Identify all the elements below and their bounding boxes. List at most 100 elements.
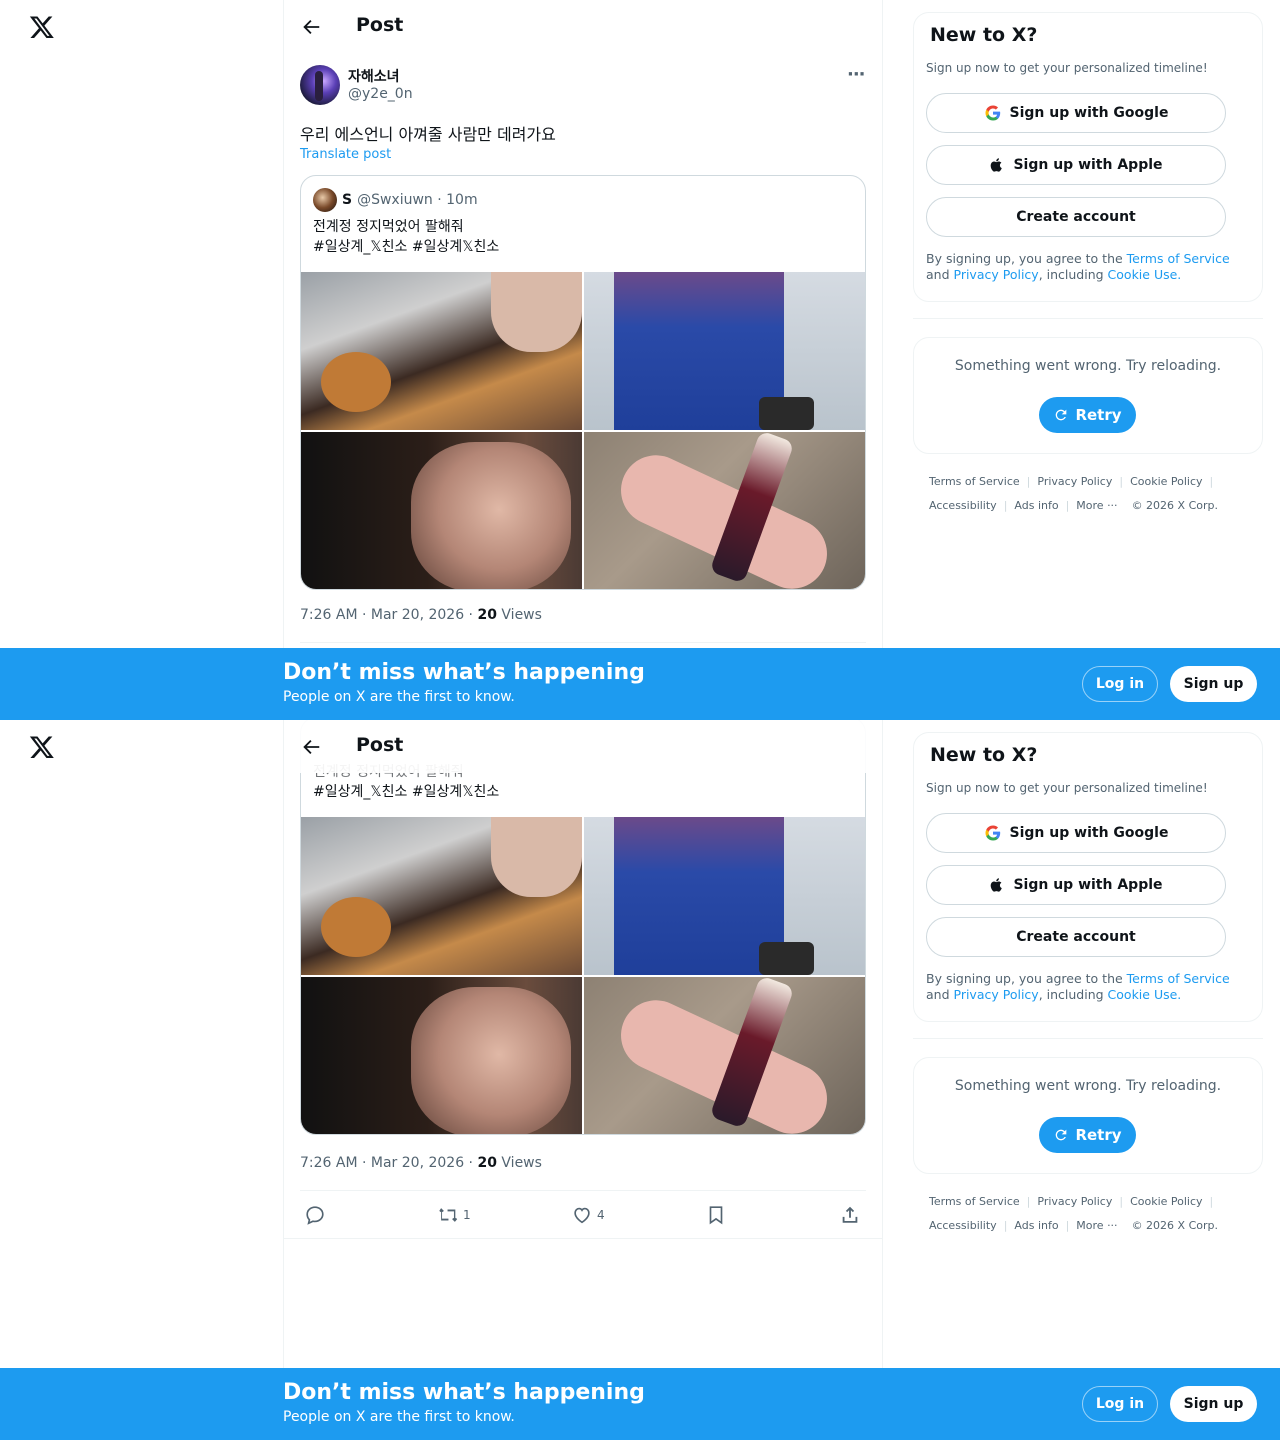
quote-handle-time[interactable]: @Swxiuwn · 10m	[357, 192, 478, 208]
signup-legal-text: By signing up, you agree to the Terms of…	[926, 971, 1230, 1002]
signup-google-label: Sign up with Google	[1009, 825, 1169, 841]
google-icon	[985, 105, 1000, 121]
repost-icon	[439, 1208, 458, 1222]
footer-privacy-link[interactable]: Privacy Policy	[1037, 1195, 1112, 1208]
cookie-link[interactable]: Cookie Use.	[1108, 987, 1182, 1002]
signup-button[interactable]: Sign up	[1170, 1386, 1257, 1422]
repost-button[interactable]: 1	[437, 1204, 471, 1226]
media-photo-4[interactable]	[584, 432, 865, 589]
divider	[913, 1038, 1263, 1039]
terms-link[interactable]: Terms of Service	[1127, 251, 1230, 266]
media-photo-3[interactable]	[301, 432, 582, 589]
footer-more-link[interactable]: More ···	[1076, 499, 1117, 512]
login-banner: Don’t miss what’s happening People on X …	[0, 1368, 1280, 1440]
bookmark-button[interactable]	[705, 1204, 727, 1226]
login-button[interactable]: Log in	[1082, 1386, 1158, 1422]
retry-button[interactable]: Retry	[1039, 397, 1136, 433]
media-grid	[301, 817, 865, 1134]
footer-accessibility-link[interactable]: Accessibility	[929, 1219, 997, 1232]
footer-terms-link[interactable]: Terms of Service	[929, 475, 1020, 488]
media-grid	[301, 272, 865, 589]
views-count: 20	[477, 607, 497, 623]
banner-subtitle: People on X are the first to know.	[283, 1409, 515, 1425]
signup-apple-button[interactable]: Sign up with Apple	[926, 865, 1226, 905]
signup-apple-button[interactable]: Sign up with Apple	[926, 145, 1226, 185]
login-button[interactable]: Log in	[1082, 666, 1158, 702]
post-timestamp[interactable]: 7:26 AM · Mar 20, 2026 · 20 Views	[300, 1155, 542, 1171]
error-message: Something went wrong. Try reloading.	[954, 1078, 1222, 1094]
footer-privacy-link[interactable]: Privacy Policy	[1037, 475, 1112, 488]
quote-avatar[interactable]	[313, 188, 337, 212]
create-account-button[interactable]: Create account	[926, 917, 1226, 957]
copyright: © 2026 X Corp.	[1131, 498, 1218, 512]
quoted-post[interactable]: S @Swxiuwn · 10m 전계정 정지먹었어 팔해줘 #일상계_𝕏친소 …	[300, 175, 866, 590]
x-logo-icon[interactable]	[28, 14, 56, 40]
page-title: Post	[356, 14, 404, 36]
post-text: 우리 에스언니 아껴줄 사람만 데려가요	[300, 125, 556, 144]
signup-google-button[interactable]: Sign up with Google	[926, 813, 1226, 853]
footer-ads-link[interactable]: Ads info	[1014, 1219, 1058, 1232]
signup-apple-label: Sign up with Apple	[1013, 157, 1163, 173]
handle[interactable]: @y2e_0n	[348, 86, 413, 102]
back-arrow-icon[interactable]	[300, 16, 322, 38]
footer-more-link[interactable]: More ···	[1076, 1219, 1117, 1232]
footer-accessibility-link[interactable]: Accessibility	[929, 499, 997, 512]
footer-terms-link[interactable]: Terms of Service	[929, 1195, 1020, 1208]
like-button[interactable]: 4	[571, 1204, 605, 1226]
column-divider-left	[283, 720, 284, 1440]
media-photo-2[interactable]	[584, 817, 865, 975]
quote-text-line: 전계정 정지먹었어 팔해줘	[313, 219, 464, 235]
share-icon	[842, 1206, 858, 1223]
signup-card: New to X? Sign up now to get your person…	[913, 732, 1263, 1022]
retry-button[interactable]: Retry	[1039, 1117, 1136, 1153]
signup-title: New to X?	[930, 24, 1038, 46]
privacy-link[interactable]: Privacy Policy	[954, 987, 1039, 1002]
quote-hashtags[interactable]: #일상계_𝕏친소 #일상계𝕏친소	[313, 237, 499, 257]
error-card: Something went wrong. Try reloading. Ret…	[913, 337, 1263, 454]
copyright: © 2026 X Corp.	[1131, 1218, 1218, 1232]
quote-header: S @Swxiuwn · 10m	[313, 188, 478, 212]
reply-button[interactable]	[304, 1204, 330, 1226]
signup-google-button[interactable]: Sign up with Google	[926, 93, 1226, 133]
column-divider-right	[882, 720, 883, 1440]
quote-hashtags[interactable]: #일상계_𝕏친소 #일상계𝕏친소	[313, 782, 499, 802]
screen-top: Post 자해소녀 @y2e_0n ··· 우리 에스언니 아껴줄 사람만 데려…	[0, 0, 1280, 720]
avatar[interactable]	[300, 65, 340, 105]
footer-cookie-link[interactable]: Cookie Policy	[1130, 475, 1202, 488]
signup-button[interactable]: Sign up	[1170, 666, 1257, 702]
bookmark-icon	[709, 1206, 723, 1225]
quoted-post[interactable]: 전계정 정지먹었어 팔해줘 #일상계_𝕏친소 #일상계𝕏친소	[300, 720, 866, 1135]
share-button[interactable]	[839, 1204, 861, 1226]
login-banner: Don’t miss what’s happening People on X …	[0, 648, 1280, 720]
footer-ads-link[interactable]: Ads info	[1014, 499, 1058, 512]
translate-post-link[interactable]: Translate post	[300, 147, 391, 162]
page-title: Post	[356, 734, 404, 756]
cookie-link[interactable]: Cookie Use.	[1108, 267, 1182, 282]
privacy-link[interactable]: Privacy Policy	[954, 267, 1039, 282]
like-icon	[574, 1207, 590, 1224]
post-timestamp[interactable]: 7:26 AM · Mar 20, 2026 · 20 Views	[300, 607, 542, 623]
x-logo-icon[interactable]	[28, 734, 56, 760]
media-photo-2[interactable]	[584, 272, 865, 430]
terms-link[interactable]: Terms of Service	[1127, 971, 1230, 986]
footer-cookie-link[interactable]: Cookie Policy	[1130, 1195, 1202, 1208]
more-icon[interactable]: ···	[847, 64, 865, 85]
column-divider-right	[882, 0, 883, 720]
media-photo-1[interactable]	[301, 272, 582, 430]
signup-legal-text: By signing up, you agree to the Terms of…	[926, 251, 1230, 282]
display-name[interactable]: 자해소녀	[348, 66, 400, 86]
divider	[913, 318, 1263, 319]
back-arrow-icon[interactable]	[300, 736, 322, 758]
create-account-button[interactable]: Create account	[926, 197, 1226, 237]
signup-apple-label: Sign up with Apple	[1013, 877, 1163, 893]
views-count: 20	[477, 1155, 497, 1171]
banner-title: Don’t miss what’s happening	[283, 660, 645, 685]
signup-subtitle: Sign up now to get your personalized tim…	[926, 61, 1208, 75]
quote-display-name[interactable]: S	[342, 192, 352, 208]
error-card: Something went wrong. Try reloading. Ret…	[913, 1057, 1263, 1174]
media-photo-4[interactable]	[584, 977, 865, 1134]
banner-subtitle: People on X are the first to know.	[283, 689, 515, 705]
signup-card: New to X? Sign up now to get your person…	[913, 12, 1263, 302]
media-photo-3[interactable]	[301, 977, 582, 1134]
media-photo-1[interactable]	[301, 817, 582, 975]
